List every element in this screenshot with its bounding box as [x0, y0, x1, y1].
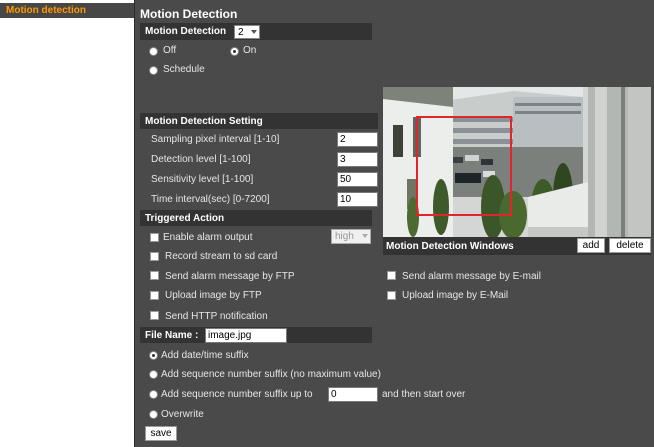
email-alarm-checkbox[interactable] [387, 271, 396, 280]
email-alarm-label: Send alarm message by E-mail [402, 271, 541, 282]
ftp-alarm-label: Send alarm message by FTP [165, 271, 295, 282]
enable-alarm-label: Enable alarm output [163, 232, 253, 243]
ftp-upload-checkbox[interactable] [150, 291, 159, 300]
add-window-button[interactable]: add [577, 238, 605, 253]
radio-schedule[interactable] [149, 66, 158, 75]
main-panel: Motion Detection Motion Detection 2 Off … [134, 0, 654, 447]
overwrite-label: Overwrite [161, 409, 204, 420]
radio-off[interactable] [149, 47, 158, 56]
record-sd-checkbox[interactable] [150, 252, 159, 261]
page-title: Motion Detection [140, 7, 238, 21]
time-interval-input[interactable]: 10 [337, 192, 378, 207]
seq-upto-label: Add sequence number suffix up to [161, 389, 313, 400]
radio-on-label: On [243, 45, 257, 56]
camera-preview[interactable] [383, 87, 651, 237]
triggered-action-header: Triggered Action [140, 210, 372, 226]
ftp-alarm-checkbox[interactable] [150, 271, 159, 280]
chevron-down-icon [362, 234, 368, 238]
radio-overwrite[interactable] [149, 410, 158, 419]
sampling-interval-label: Sampling pixel interval [1-10] [151, 134, 280, 145]
radio-seq-upto[interactable] [149, 390, 158, 399]
radio-datetime-suffix[interactable] [149, 351, 158, 360]
triggered-action-header-label: Triggered Action [145, 213, 225, 224]
email-upload-label: Upload image by E-Mail [402, 290, 509, 301]
nav-item-motion-detection[interactable]: Motion detection [0, 3, 134, 18]
radio-off-label: Off [163, 45, 177, 56]
datetime-suffix-label: Add date/time suffix [161, 350, 249, 361]
save-button[interactable]: save [145, 426, 177, 441]
camera-image [383, 87, 651, 237]
alarm-level-select[interactable]: high [331, 229, 371, 244]
radio-on[interactable] [230, 47, 239, 56]
motion-detection-header-label: Motion Detection [145, 26, 227, 37]
radio-seq-unlimited[interactable] [149, 370, 158, 379]
sensitivity-level-input[interactable]: 50 [337, 172, 378, 187]
detection-windows-label: Motion Detection Windows [386, 241, 514, 252]
detection-level-label: Detection level [1-100] [151, 154, 251, 165]
settings-header: Motion Detection Setting [140, 113, 378, 129]
seq-unlimited-label: Add sequence number suffix (no maximum v… [161, 369, 381, 380]
left-nav: Motion detection [0, 0, 134, 447]
sensitivity-level-label: Sensitivity level [1-100] [151, 174, 254, 185]
radio-schedule-label: Schedule [163, 64, 205, 75]
record-sd-label: Record stream to sd card [165, 251, 278, 262]
motion-detection-select-value: 2 [238, 27, 244, 38]
delete-window-button[interactable]: delete [609, 238, 651, 253]
sampling-interval-input[interactable]: 2 [337, 132, 378, 147]
seq-after-label: and then start over [382, 389, 466, 400]
chevron-down-icon [251, 30, 257, 34]
email-upload-checkbox[interactable] [387, 291, 396, 300]
time-interval-label: Time interval(sec) [0-7200] [151, 194, 270, 205]
detection-level-input[interactable]: 3 [337, 152, 378, 167]
http-notify-checkbox[interactable] [150, 311, 159, 320]
http-notify-label: Send HTTP notification [165, 311, 268, 322]
file-name-label: File Name : [145, 330, 199, 341]
alarm-level-value: high [335, 231, 354, 242]
ftp-upload-label: Upload image by FTP [165, 290, 262, 301]
file-name-input[interactable]: image.jpg [205, 328, 287, 343]
settings-header-label: Motion Detection Setting [145, 116, 263, 127]
enable-alarm-checkbox[interactable] [150, 233, 159, 242]
motion-detection-select[interactable]: 2 [234, 25, 260, 39]
seq-max-input[interactable]: 0 [328, 387, 378, 402]
